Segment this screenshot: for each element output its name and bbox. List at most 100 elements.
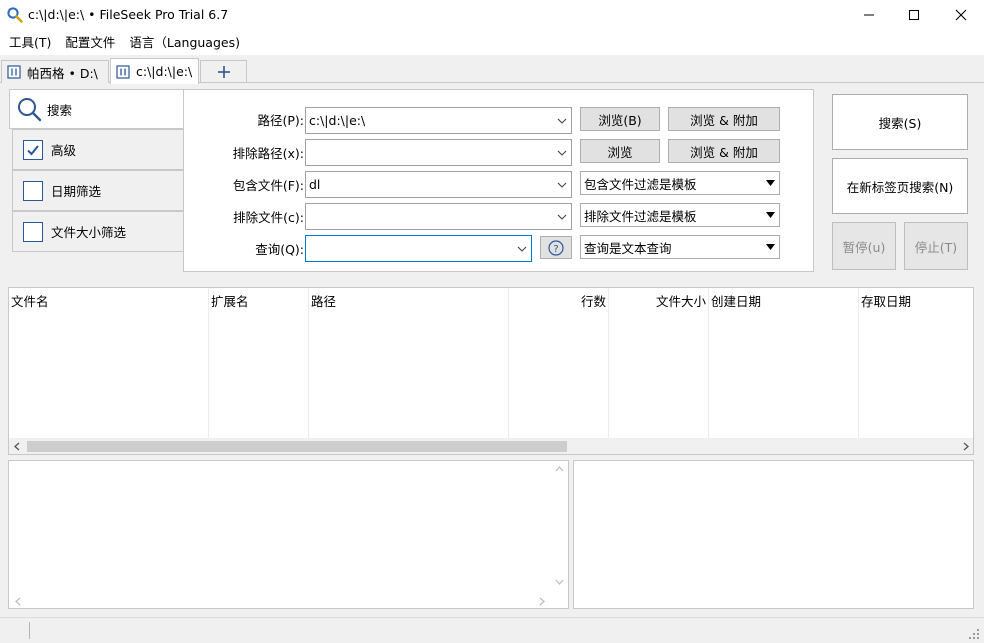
nav-size-label: 文件大小筛选 — [51, 225, 127, 240]
help-icon: ? — [548, 239, 564, 256]
scrollbar-thumb[interactable] — [27, 441, 567, 452]
search-form-panel: 路径(P): c:\|d:\|e:\ 浏览(B) 浏览 & 附加 排除路径(x)… — [183, 89, 814, 272]
query-mode-select[interactable]: 查询是文本查询 — [580, 235, 780, 259]
chevron-down-icon[interactable] — [553, 118, 571, 124]
close-button[interactable] — [938, 0, 984, 30]
exclude-files-combo[interactable] — [305, 203, 572, 230]
browse-b-button[interactable]: 浏览(B) — [580, 107, 660, 131]
chevron-down-icon[interactable] — [553, 150, 571, 156]
search-new-tab-button[interactable]: 在新标签页搜索(N) — [832, 158, 968, 214]
column-accessed[interactable]: 存取日期 — [859, 288, 973, 439]
menu-profiles[interactable]: 配置文件 — [58, 32, 122, 54]
results-table[interactable]: 文件名 扩展名 路径 行数 文件大小 创建日期 存取日期 — [8, 287, 974, 455]
tab-label: c:\|d:\|e:\ — [136, 64, 193, 79]
column-header[interactable]: 路径 — [311, 291, 336, 310]
tab-current[interactable]: c:\|d:\|e:\ — [110, 58, 199, 84]
column-created[interactable]: 创建日期 — [709, 288, 859, 439]
tab-label: 帕西格 • D:\ — [27, 65, 98, 81]
resize-grip-icon[interactable] — [968, 628, 980, 640]
column-header[interactable]: 文件大小 — [656, 291, 706, 310]
dropdown-triangle-icon — [761, 212, 779, 218]
exclude-mode-value: 排除文件过滤是模板 — [584, 208, 697, 224]
menu-tools[interactable]: 工具(T) — [2, 32, 58, 54]
search-icon — [18, 98, 42, 122]
window-title: c:\|d:\|e:\ • FileSeek Pro Trial 6.7 — [28, 7, 229, 22]
search-tab-icon — [116, 64, 130, 79]
add-tab-button[interactable] — [200, 60, 247, 83]
app-magnifier-icon — [7, 7, 23, 23]
pause-button[interactable]: 暂停(u) — [832, 222, 896, 270]
svg-text:?: ? — [553, 244, 558, 255]
minimize-button[interactable] — [846, 0, 892, 30]
scroll-right-icon[interactable] — [539, 597, 546, 606]
query-help-button[interactable]: ? — [540, 236, 572, 259]
search-button[interactable]: 搜索(S) — [832, 94, 968, 150]
include-mode-select[interactable]: 包含文件过滤是模板 — [580, 171, 780, 195]
column-extension[interactable]: 扩展名 — [209, 288, 309, 439]
close-icon — [955, 9, 967, 21]
status-bar — [0, 617, 984, 643]
scroll-left-icon[interactable] — [13, 442, 21, 451]
include-files-combo[interactable]: dl — [305, 171, 572, 198]
column-header[interactable]: 创建日期 — [711, 291, 761, 310]
scroll-down-icon[interactable] — [555, 579, 564, 586]
include-mode-value: 包含文件过滤是模板 — [584, 176, 697, 192]
minimize-icon — [864, 14, 874, 16]
column-path[interactable]: 路径 — [309, 288, 509, 439]
nav-date-label: 日期筛选 — [51, 184, 102, 199]
dropdown-triangle-icon — [761, 180, 779, 186]
query-mode-value: 查询是文本查询 — [584, 240, 672, 256]
menu-bar: 工具(T) 配置文件 语言（Languages) — [0, 30, 984, 56]
browse-add-button[interactable]: 浏览 & 附加 — [668, 107, 780, 131]
nav-date-filter[interactable]: 日期筛选 — [12, 170, 184, 211]
column-lines[interactable]: 行数 — [509, 288, 609, 439]
query-combo[interactable] — [305, 235, 532, 262]
checkmark-icon — [27, 144, 39, 155]
path-label: 路径(P): — [257, 113, 304, 128]
include-files-label: 包含文件(F): — [232, 178, 304, 193]
column-filename[interactable]: 文件名 — [9, 288, 209, 439]
dropdown-triangle-icon — [761, 244, 779, 250]
exclude-mode-select[interactable]: 排除文件过滤是模板 — [580, 203, 780, 227]
exclude-path-label: 排除路径(x): — [232, 146, 304, 161]
scroll-right-icon[interactable] — [962, 442, 970, 451]
stop-button[interactable]: 停止(T) — [904, 222, 968, 270]
date-filter-checkbox[interactable] — [23, 180, 43, 201]
advanced-checkbox[interactable] — [23, 139, 43, 160]
maximize-icon — [909, 10, 919, 20]
details-pane[interactable] — [573, 460, 974, 609]
size-filter-checkbox[interactable] — [23, 221, 43, 242]
exclude-files-label: 排除文件(c): — [233, 210, 304, 225]
nav-search[interactable]: 搜索 — [9, 89, 183, 129]
nav-size-filter[interactable]: 文件大小筛选 — [12, 211, 184, 252]
chevron-down-icon[interactable] — [553, 182, 571, 188]
nav-advanced[interactable]: 高级 — [12, 129, 184, 170]
menu-languages[interactable]: 语言（Languages) — [122, 32, 247, 54]
column-header[interactable]: 文件名 — [11, 291, 49, 310]
column-header[interactable]: 行数 — [581, 291, 606, 310]
browse-add-exclude-button[interactable]: 浏览 & 附加 — [668, 139, 780, 163]
exclude-path-combo[interactable] — [305, 139, 572, 166]
browse-button[interactable]: 浏览 — [580, 139, 660, 163]
plus-icon — [217, 66, 230, 78]
scroll-up-icon[interactable] — [555, 465, 564, 472]
title-bar: c:\|d:\|e:\ • FileSeek Pro Trial 6.7 — [0, 0, 984, 30]
nav-advanced-label: 高级 — [51, 143, 77, 158]
scroll-left-icon[interactable] — [14, 597, 21, 606]
preview-pane[interactable] — [8, 460, 569, 609]
path-combo[interactable]: c:\|d:\|e:\ — [305, 107, 572, 134]
status-divider — [29, 622, 30, 639]
query-label: 查询(Q): — [255, 242, 304, 257]
column-filesize[interactable]: 文件大小 — [609, 288, 709, 439]
nav-search-label: 搜索 — [47, 102, 73, 118]
search-tab-icon — [7, 65, 21, 79]
chevron-down-icon[interactable] — [513, 246, 531, 252]
column-header[interactable]: 存取日期 — [861, 291, 911, 310]
maximize-button[interactable] — [891, 0, 937, 30]
path-value: c:\|d:\|e:\ — [309, 113, 366, 128]
tab-pasig[interactable]: 帕西格 • D:\ — [1, 60, 109, 83]
chevron-down-icon[interactable] — [553, 214, 571, 220]
results-horizontal-scrollbar[interactable] — [8, 438, 974, 455]
column-header[interactable]: 扩展名 — [211, 291, 249, 310]
include-files-value: dl — [309, 177, 321, 192]
